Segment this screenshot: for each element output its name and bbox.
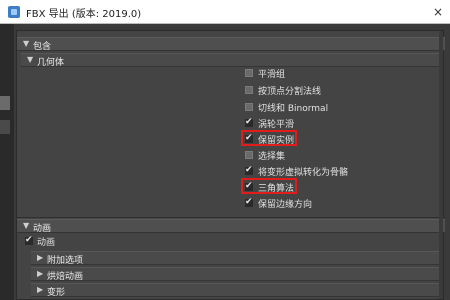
rollout-label: 附加选项	[47, 256, 84, 266]
collapse-triangle-icon: ▼	[27, 55, 34, 64]
rollout-geometry[interactable]: ▼ 几何体	[21, 53, 441, 68]
left-sidebar-strip	[0, 24, 14, 300]
expand-triangle-icon: ▶	[37, 285, 44, 294]
option-selection-sets[interactable]: 选择集	[245, 149, 435, 162]
animation-checkbox-row[interactable]: 动画	[25, 235, 145, 248]
export-options-panel: ▼ 包含 ▼ 几何体 平滑组 按顶点分割法线 切线和 Binormal 涡轮平滑…	[16, 30, 445, 300]
window-titlebar: FBX 导出 (版本: 2019.0) ×	[0, 0, 450, 24]
rollout-geometry-label: 几何体	[37, 58, 65, 68]
checkbox[interactable]	[245, 86, 253, 94]
checkbox-checked[interactable]	[25, 235, 33, 245]
option-preserve-edge-orientation[interactable]: 保留边缘方向	[245, 197, 435, 210]
app-icon	[8, 6, 20, 18]
option-label: 保留边缘方向	[258, 200, 313, 210]
highlight-box	[241, 130, 297, 146]
highlight-box	[241, 178, 297, 194]
option-label: 涡轮平滑	[258, 120, 295, 130]
checkbox-checked[interactable]	[245, 117, 253, 127]
option-split-normals[interactable]: 按顶点分割法线	[245, 84, 435, 97]
rollout-deformations[interactable]: ▶ 变形	[31, 283, 441, 298]
option-label: 将变形虚拟转化为骨骼	[258, 168, 349, 178]
option-convert-deforming-dummies[interactable]: 将变形虚拟转化为骨骼	[245, 165, 435, 178]
option-turbosmooth[interactable]: 涡轮平滑	[245, 117, 435, 130]
rollout-animation[interactable]: ▼ 动画	[17, 219, 445, 234]
window-title: FBX 导出 (版本: 2019.0)	[26, 9, 142, 20]
left-side-tab[interactable]	[0, 120, 10, 134]
rollout-include-label: 包含	[33, 42, 52, 52]
rollout-extra-options[interactable]: ▶ 附加选项	[31, 251, 441, 266]
rollout-label: 烘焙动画	[47, 272, 84, 282]
rollout-animation-label: 动画	[33, 224, 52, 234]
option-smoothing-groups[interactable]: 平滑组	[245, 67, 435, 80]
left-side-tab[interactable]	[0, 96, 10, 110]
collapse-triangle-icon: ▼	[23, 39, 30, 48]
collapse-triangle-icon: ▼	[23, 221, 30, 230]
expand-triangle-icon: ▶	[37, 269, 44, 278]
option-tangents-binormals[interactable]: 切线和 Binormal	[245, 101, 435, 114]
checkbox-checked[interactable]	[245, 165, 253, 175]
option-label: 平滑组	[258, 70, 286, 80]
checkbox-checked[interactable]	[245, 197, 253, 207]
checkbox[interactable]	[245, 103, 253, 111]
rollout-include[interactable]: ▼ 包含	[17, 37, 445, 52]
rollout-label: 变形	[47, 288, 66, 298]
vertical-scrollbar[interactable]	[439, 31, 443, 299]
option-label: 按顶点分割法线	[258, 87, 322, 97]
option-label: 切线和 Binormal	[258, 104, 329, 114]
checkbox[interactable]	[245, 69, 253, 77]
expand-triangle-icon: ▶	[37, 253, 44, 262]
animation-checkbox-label: 动画	[37, 238, 56, 248]
rollout-bake-animation[interactable]: ▶ 烘焙动画	[31, 267, 441, 282]
option-label: 选择集	[258, 152, 286, 162]
section-divider	[17, 217, 445, 218]
checkbox[interactable]	[245, 151, 253, 159]
close-button[interactable]: ×	[426, 0, 450, 24]
